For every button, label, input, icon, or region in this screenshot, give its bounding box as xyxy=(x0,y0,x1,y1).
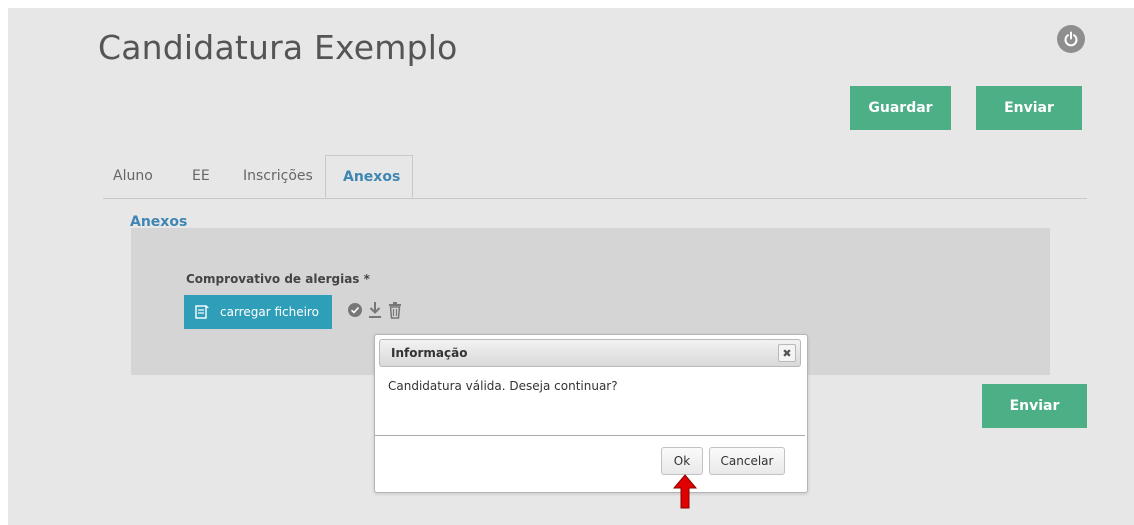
upload-file-icon xyxy=(194,304,210,320)
check-circle-icon xyxy=(347,302,363,322)
page-title: Candidatura Exemplo xyxy=(98,28,458,67)
tab-bar: Aluno EE Inscrições Anexos xyxy=(103,155,1087,199)
trash-icon[interactable] xyxy=(387,301,403,323)
send-button-bottom[interactable]: Enviar xyxy=(982,384,1087,428)
tab-aluno[interactable]: Aluno xyxy=(113,155,153,198)
tab-ee[interactable]: EE xyxy=(192,155,210,198)
power-button[interactable] xyxy=(1057,25,1085,53)
red-arrow-icon xyxy=(672,474,698,514)
info-dialog: Informação ✖ Candidatura válida. Deseja … xyxy=(374,334,808,493)
dialog-message: Candidatura válida. Deseja continuar? xyxy=(388,379,618,393)
download-icon[interactable] xyxy=(367,301,383,323)
dialog-divider xyxy=(375,435,805,436)
upload-file-label: carregar ficheiro xyxy=(220,305,319,319)
dialog-header: Informação ✖ xyxy=(379,339,801,367)
send-button-top[interactable]: Enviar xyxy=(976,86,1082,130)
power-icon xyxy=(1064,31,1078,47)
tab-anexos[interactable]: Anexos xyxy=(325,155,413,198)
cancel-button[interactable]: Cancelar xyxy=(709,447,785,475)
field-label: Comprovativo de alergias * xyxy=(186,272,370,286)
dialog-title: Informação xyxy=(391,346,468,360)
file-actions xyxy=(347,301,403,323)
tab-inscricoes[interactable]: Inscrições xyxy=(243,155,313,198)
ok-button[interactable]: Ok xyxy=(661,447,703,475)
upload-file-button[interactable]: carregar ficheiro xyxy=(184,295,332,329)
save-button[interactable]: Guardar xyxy=(850,86,951,130)
close-icon[interactable]: ✖ xyxy=(778,344,796,362)
